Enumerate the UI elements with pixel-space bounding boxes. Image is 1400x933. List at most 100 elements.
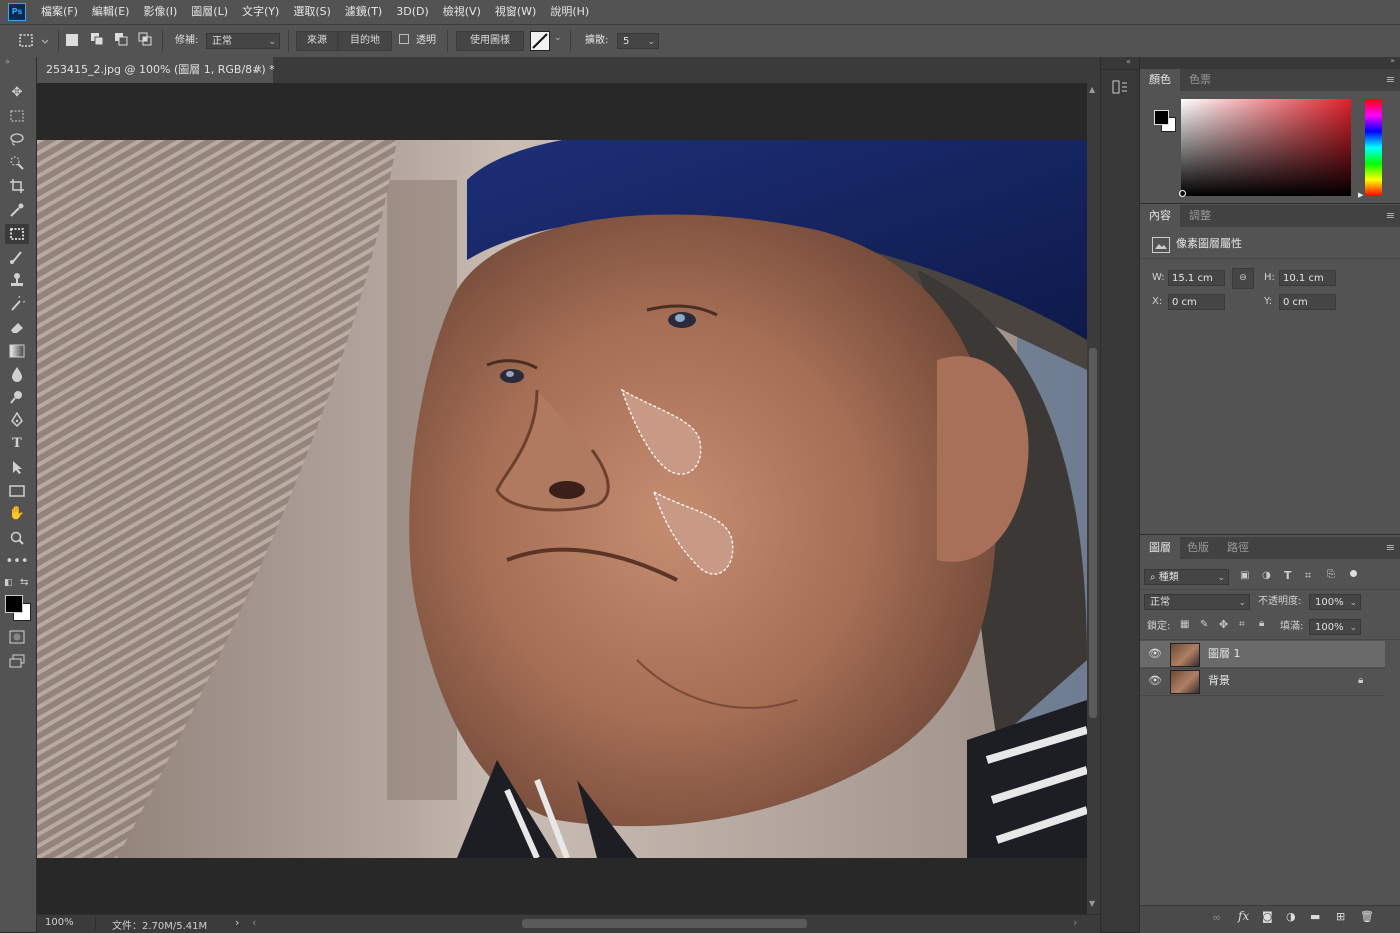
add-mask-icon[interactable]: ◙ bbox=[1262, 910, 1273, 923]
eye-icon[interactable]: 👁︎ bbox=[1148, 668, 1162, 694]
hue-slider[interactable] bbox=[1365, 99, 1382, 196]
quick-mask-icon[interactable] bbox=[5, 627, 29, 647]
scroll-right-icon[interactable]: › bbox=[1073, 916, 1077, 929]
selection-subtract-button[interactable] bbox=[114, 32, 128, 49]
filter-smart-object-icon[interactable]: ⎘ bbox=[1327, 569, 1335, 580]
scroll-left-icon[interactable]: ‹ bbox=[252, 916, 256, 929]
new-group-icon[interactable]: ▬ bbox=[1310, 910, 1320, 923]
x-position-field[interactable]: 0 cm bbox=[1168, 294, 1225, 310]
hand-tool-icon[interactable]: ✋ bbox=[5, 504, 29, 524]
more-tools-icon[interactable]: ••• bbox=[5, 552, 29, 572]
document-canvas-image[interactable] bbox=[37, 140, 1087, 858]
color-picker-handle[interactable] bbox=[1179, 190, 1186, 197]
lock-all-icon[interactable]: 🔒︎ bbox=[1259, 618, 1264, 629]
menu-file[interactable]: 檔案(F) bbox=[34, 0, 85, 24]
menu-select[interactable]: 選取(S) bbox=[286, 0, 338, 24]
tab-channels[interactable]: 色版 bbox=[1178, 537, 1218, 559]
tab-swatches[interactable]: 色票 bbox=[1180, 69, 1220, 91]
layer-style-fx-icon[interactable]: fx bbox=[1238, 909, 1249, 923]
new-adjustment-layer-icon[interactable]: ◑ bbox=[1286, 910, 1296, 923]
patch-mode-dropdown[interactable]: 正常 ⌄ bbox=[206, 33, 280, 49]
filter-type-icon[interactable]: T bbox=[1284, 569, 1292, 582]
menu-image[interactable]: 影像(I) bbox=[136, 0, 184, 24]
menu-help[interactable]: 說明(H) bbox=[543, 0, 596, 24]
y-position-field[interactable]: 0 cm bbox=[1279, 294, 1336, 310]
tab-layers[interactable]: 圖層 bbox=[1140, 537, 1180, 559]
layer-filter-dropdown[interactable]: ⌕ 種類 ⌄ bbox=[1144, 569, 1229, 585]
tool-preset-picker[interactable] bbox=[14, 31, 49, 51]
trash-icon[interactable]: 🗑︎ bbox=[1360, 910, 1374, 923]
history-brush-tool-icon[interactable] bbox=[5, 293, 29, 314]
tab-paths[interactable]: 路徑 bbox=[1218, 537, 1258, 559]
zoom-tool-icon[interactable] bbox=[5, 528, 29, 548]
selection-add-button[interactable] bbox=[90, 32, 104, 49]
filter-toggle-icon[interactable] bbox=[1350, 570, 1357, 577]
collapse-panel-icon[interactable]: » bbox=[1390, 56, 1395, 65]
eraser-tool-icon[interactable] bbox=[5, 317, 29, 337]
use-pattern-button[interactable]: 使用圖樣 bbox=[456, 31, 524, 51]
eye-icon[interactable]: 👁︎ bbox=[1148, 641, 1162, 667]
blend-mode-dropdown[interactable]: 正常 ⌄ bbox=[1144, 594, 1250, 610]
vertical-scrollbar[interactable]: ▲ ▼ bbox=[1087, 83, 1100, 914]
source-button[interactable]: 來源 bbox=[296, 31, 338, 51]
expand-panel-icon[interactable]: » bbox=[5, 57, 10, 66]
layer-name[interactable]: 背景 bbox=[1208, 668, 1230, 694]
link-layers-icon[interactable]: ∞ bbox=[1212, 911, 1221, 924]
menu-window[interactable]: 視窗(W) bbox=[488, 0, 543, 24]
color-field[interactable] bbox=[1179, 99, 1351, 197]
collapse-panel-icon[interactable]: « bbox=[1126, 57, 1131, 66]
foreground-color-swatch[interactable] bbox=[5, 595, 23, 613]
clone-stamp-tool-icon[interactable] bbox=[5, 270, 29, 290]
screen-mode-icon[interactable] bbox=[5, 651, 29, 671]
marquee-tool-icon[interactable] bbox=[5, 106, 29, 126]
width-field[interactable]: 15.1 cm bbox=[1168, 270, 1225, 286]
filter-adjustment-icon[interactable]: ◑ bbox=[1262, 570, 1271, 581]
menu-filter[interactable]: 濾鏡(T) bbox=[338, 0, 389, 24]
move-tool-icon[interactable]: ✥ bbox=[5, 83, 29, 103]
scroll-down-icon[interactable]: ▼ bbox=[1089, 899, 1095, 908]
menu-type[interactable]: 文字(Y) bbox=[235, 0, 286, 24]
horizontal-scroll-thumb[interactable] bbox=[522, 919, 807, 928]
patch-tool-icon[interactable] bbox=[5, 224, 29, 244]
hue-slider-handle-icon[interactable]: ▶ bbox=[1358, 191, 1363, 199]
blur-tool-icon[interactable] bbox=[5, 364, 29, 384]
link-dimensions-icon[interactable]: ⊖ bbox=[1232, 268, 1254, 289]
foreground-color-swatch[interactable] bbox=[1154, 110, 1169, 125]
panel-menu-icon[interactable]: ≡ bbox=[1386, 69, 1395, 91]
gradient-tool-icon[interactable] bbox=[5, 341, 29, 361]
scroll-up-icon[interactable]: ▲ bbox=[1089, 85, 1095, 94]
lock-transparent-pixels-icon[interactable]: ▦ bbox=[1180, 619, 1189, 630]
new-layer-icon[interactable]: ⊞ bbox=[1336, 910, 1345, 923]
pen-tool-icon[interactable] bbox=[5, 410, 29, 430]
swap-colors-icon[interactable]: ⇆ bbox=[20, 577, 28, 588]
layer-row[interactable]: 👁︎ 背景 🔒︎ bbox=[1140, 668, 1385, 694]
transparent-checkbox[interactable] bbox=[399, 34, 409, 44]
menu-view[interactable]: 檢視(V) bbox=[436, 0, 488, 24]
menu-3d[interactable]: 3D(D) bbox=[389, 0, 436, 24]
destination-button[interactable]: 目的地 bbox=[338, 31, 392, 51]
menu-edit[interactable]: 編輯(E) bbox=[85, 0, 137, 24]
layer-name[interactable]: 圖層 1 bbox=[1208, 641, 1241, 667]
document-tab[interactable]: 253415_2.jpg @ 100% (圖層 1, RGB/8#) * × bbox=[37, 57, 275, 83]
fill-field[interactable]: 100% ⌄ bbox=[1309, 619, 1361, 635]
opacity-field[interactable]: 100% ⌄ bbox=[1309, 594, 1361, 610]
menu-layer[interactable]: 圖層(L) bbox=[184, 0, 235, 24]
status-menu-arrow-icon[interactable]: › bbox=[235, 916, 239, 929]
selection-intersect-button[interactable] bbox=[138, 32, 152, 49]
path-selection-tool-icon[interactable] bbox=[5, 457, 29, 477]
selection-new-button[interactable] bbox=[66, 34, 78, 46]
layer-row[interactable]: 👁︎ 圖層 1 bbox=[1140, 641, 1385, 667]
filter-shape-icon[interactable]: ⌗ bbox=[1305, 569, 1311, 583]
type-tool-icon[interactable]: T bbox=[5, 434, 29, 454]
filter-pixel-icon[interactable]: ▣ bbox=[1240, 570, 1249, 581]
eyedropper-tool-icon[interactable] bbox=[5, 200, 29, 220]
crop-tool-icon[interactable] bbox=[5, 176, 29, 196]
tab-adjustments[interactable]: 調整 bbox=[1180, 205, 1220, 227]
history-panel-button[interactable] bbox=[1112, 79, 1128, 98]
panel-menu-icon[interactable]: ≡ bbox=[1386, 537, 1395, 559]
rectangle-tool-icon[interactable] bbox=[5, 481, 29, 501]
pattern-picker[interactable] bbox=[530, 31, 550, 51]
lasso-tool-icon[interactable] bbox=[5, 129, 29, 149]
lock-image-pixels-icon[interactable]: ✎ bbox=[1200, 619, 1208, 630]
zoom-level[interactable]: 100% bbox=[45, 917, 74, 928]
